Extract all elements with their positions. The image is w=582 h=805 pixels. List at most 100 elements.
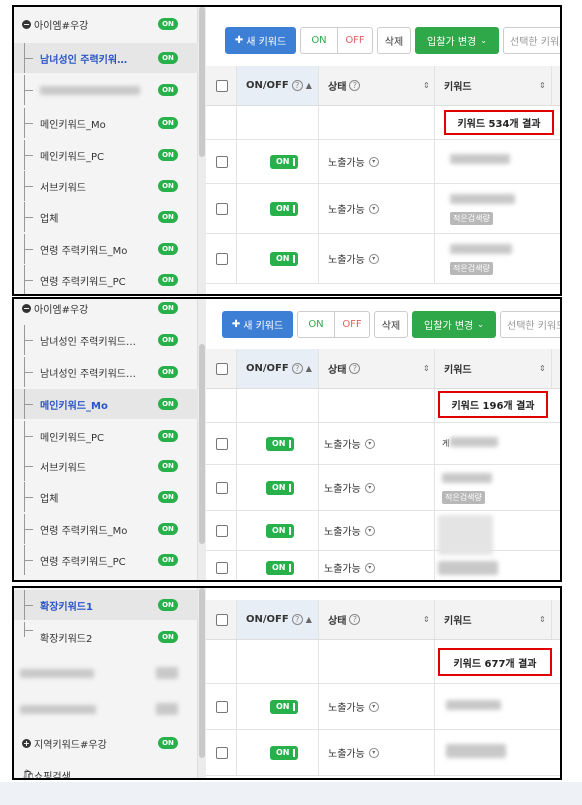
select-all-checkbox[interactable] — [216, 362, 228, 375]
on-toggle[interactable]: ON — [270, 251, 298, 266]
sidebar-item-sub[interactable]: 서브키워드 ON — [14, 171, 198, 201]
on-toggle[interactable]: ON — [270, 201, 298, 216]
col-keyword-header[interactable]: 키워드 — [444, 349, 472, 388]
scrollbar-thumb[interactable] — [199, 588, 205, 758]
col-status-header[interactable]: 상태? — [328, 600, 361, 639]
table-row[interactable]: ON 노출가능 ▾ 적은검색량 — [206, 234, 560, 284]
sidebar-item-redacted[interactable] — [14, 694, 198, 724]
scrollbar-thumb[interactable] — [199, 344, 205, 544]
on-toggle[interactable]: ON — [266, 560, 294, 575]
sidebar-group-region[interactable]: + 지역키워드#우강 ON — [14, 728, 198, 758]
chevron-down-icon[interactable]: ▾ — [368, 156, 379, 167]
col-onoff-header[interactable]: ON/OFF? ▲ — [246, 600, 312, 639]
sidebar-scrollbar[interactable] — [198, 588, 206, 778]
sidebar-item-main-mo[interactable]: 메인키워드_Mo ON — [14, 389, 198, 419]
help-icon[interactable]: ? — [349, 614, 361, 625]
sidebar-item-age-pc[interactable]: 연령 주력키워드_PC ON — [14, 265, 198, 294]
sidebar-item-age-pc[interactable]: 연령 주력키워드_PC ON — [14, 545, 198, 575]
row-checkbox[interactable] — [216, 252, 228, 265]
on-toggle[interactable]: ON — [266, 523, 294, 538]
sort-up-icon[interactable]: ▲ — [306, 81, 312, 90]
sidebar-item-redacted[interactable] — [14, 658, 198, 688]
chevron-down-icon[interactable]: ▾ — [368, 701, 379, 712]
on-toggle[interactable]: ON — [266, 436, 294, 451]
row-checkbox[interactable] — [216, 155, 228, 168]
row-checkbox[interactable] — [216, 202, 228, 215]
table-row[interactable]: ON 노출가능 ▾ — [206, 730, 560, 776]
chevron-down-icon[interactable]: ▾ — [368, 253, 379, 264]
chevron-down-icon[interactable]: ▾ — [364, 482, 375, 493]
help-icon[interactable]: ? — [291, 614, 303, 625]
help-icon[interactable]: ? — [349, 80, 361, 91]
bid-change-button[interactable]: 입찰가 변경 ⌄ — [412, 311, 496, 338]
select-all-checkbox[interactable] — [216, 79, 228, 92]
selected-keyword-button[interactable]: 선택한 키워드 — [503, 27, 560, 54]
collapse-icon[interactable]: − — [22, 303, 31, 313]
expand-icon[interactable]: + — [22, 738, 31, 748]
help-icon[interactable]: ? — [291, 80, 303, 91]
sidebar-item-age-mo[interactable]: 연령 주력키워드_Mo ON — [14, 514, 198, 544]
sort-icon-keyword[interactable]: ⇕ — [536, 66, 546, 105]
sidebar-group-main[interactable]: − 아이엠#우강 ON — [14, 299, 198, 323]
sidebar-item-main-mo[interactable]: 메인키워드_Mo ON — [14, 108, 198, 138]
sidebar-item-main-pc[interactable]: 메인키워드_PC ON — [14, 421, 198, 451]
table-row[interactable]: ON 노출가능 ▾ — [206, 511, 560, 555]
sort-up-icon[interactable]: ▲ — [306, 364, 312, 373]
off-button[interactable]: OFF — [337, 27, 373, 54]
help-icon[interactable]: ? — [349, 363, 361, 374]
sidebar-item-male-female[interactable]: 남녀성인 주력키워드… ON — [14, 325, 198, 355]
sort-icon-status[interactable]: ⇕ — [420, 349, 430, 388]
delete-button[interactable]: 삭제 — [374, 311, 408, 338]
off-button[interactable]: OFF — [334, 311, 370, 338]
col-status-header[interactable]: 상태? — [328, 66, 361, 105]
bid-change-button[interactable]: 입찰가 변경 ⌄ — [415, 27, 499, 54]
sidebar-scrollbar[interactable] — [198, 7, 206, 294]
col-onoff-header[interactable]: ON/OFF? ▲ — [246, 66, 312, 105]
row-checkbox[interactable] — [216, 561, 228, 574]
chevron-down-icon[interactable]: ▾ — [364, 438, 375, 449]
sidebar-item-male-female-2[interactable]: 남녀성인 주력키워드… ON — [14, 357, 198, 387]
sort-icon-status[interactable]: ⇕ — [420, 66, 430, 105]
sort-icon-keyword[interactable]: ⇕ — [536, 349, 546, 388]
col-keyword-header[interactable]: 키워드 — [444, 600, 472, 639]
sidebar-item-ext1[interactable]: 확장키워드1 ON — [14, 590, 198, 620]
sidebar-item-ext2[interactable]: 확장키워드2 ON — [14, 622, 198, 652]
sort-icon-status[interactable]: ⇕ — [420, 600, 430, 639]
sidebar-item-shopping[interactable]: 🛍 쇼핑검색 — [14, 760, 198, 779]
col-keyword-header[interactable]: 키워드 — [444, 66, 472, 105]
table-row[interactable]: ON 노출가능 ▾ — [206, 140, 560, 184]
sidebar-item-biz[interactable]: 업체 ON — [14, 482, 198, 512]
new-keyword-button[interactable]: ✚ 새 키워드 — [222, 311, 293, 338]
delete-button[interactable]: 삭제 — [377, 27, 411, 54]
scrollbar-thumb[interactable] — [199, 7, 205, 157]
table-row[interactable]: ON 노출가능 ▾ — [206, 551, 560, 580]
row-checkbox[interactable] — [216, 700, 228, 713]
chevron-down-icon[interactable]: ▾ — [364, 525, 375, 536]
on-toggle[interactable]: ON — [270, 745, 298, 760]
on-button[interactable]: ON — [300, 27, 338, 54]
sidebar-item-redacted[interactable]: ON — [14, 75, 198, 105]
new-keyword-button[interactable]: ✚ 새 키워드 — [225, 27, 296, 54]
chevron-down-icon[interactable]: ▾ — [368, 203, 379, 214]
sidebar-group-main[interactable]: − 아이엠#우강 ON — [14, 9, 198, 39]
col-onoff-header[interactable]: ON/OFF? ▲ — [246, 349, 312, 388]
selected-keyword-button[interactable]: 선택한 키워드 — [500, 311, 560, 338]
row-checkbox[interactable] — [216, 746, 228, 759]
table-row[interactable]: ON 노출가능 ▾ 적은검색량 — [206, 465, 560, 511]
sidebar-item-biz[interactable]: 업체 ON — [14, 202, 198, 232]
chevron-down-icon[interactable]: ▾ — [368, 747, 379, 758]
help-icon[interactable]: ? — [291, 363, 303, 374]
sort-icon-keyword[interactable]: ⇕ — [536, 600, 546, 639]
on-toggle[interactable]: ON — [266, 480, 294, 495]
sidebar-item-male-female[interactable]: 남녀성인 주력키워… ON — [14, 43, 198, 73]
collapse-icon[interactable]: − — [22, 19, 31, 29]
on-toggle[interactable]: ON — [270, 699, 298, 714]
sidebar-item-age-mo[interactable]: 연령 주력키워드_Mo ON — [14, 234, 198, 264]
select-all-checkbox[interactable] — [216, 613, 228, 626]
on-button[interactable]: ON — [297, 311, 335, 338]
on-toggle[interactable]: ON — [270, 154, 298, 169]
table-row[interactable]: ON 노출가능 ▾ — [206, 684, 560, 730]
sidebar-scrollbar[interactable] — [198, 299, 206, 580]
sidebar-item-main-pc[interactable]: 메인키워드_PC ON — [14, 140, 198, 170]
chevron-down-icon[interactable]: ▾ — [364, 562, 375, 573]
